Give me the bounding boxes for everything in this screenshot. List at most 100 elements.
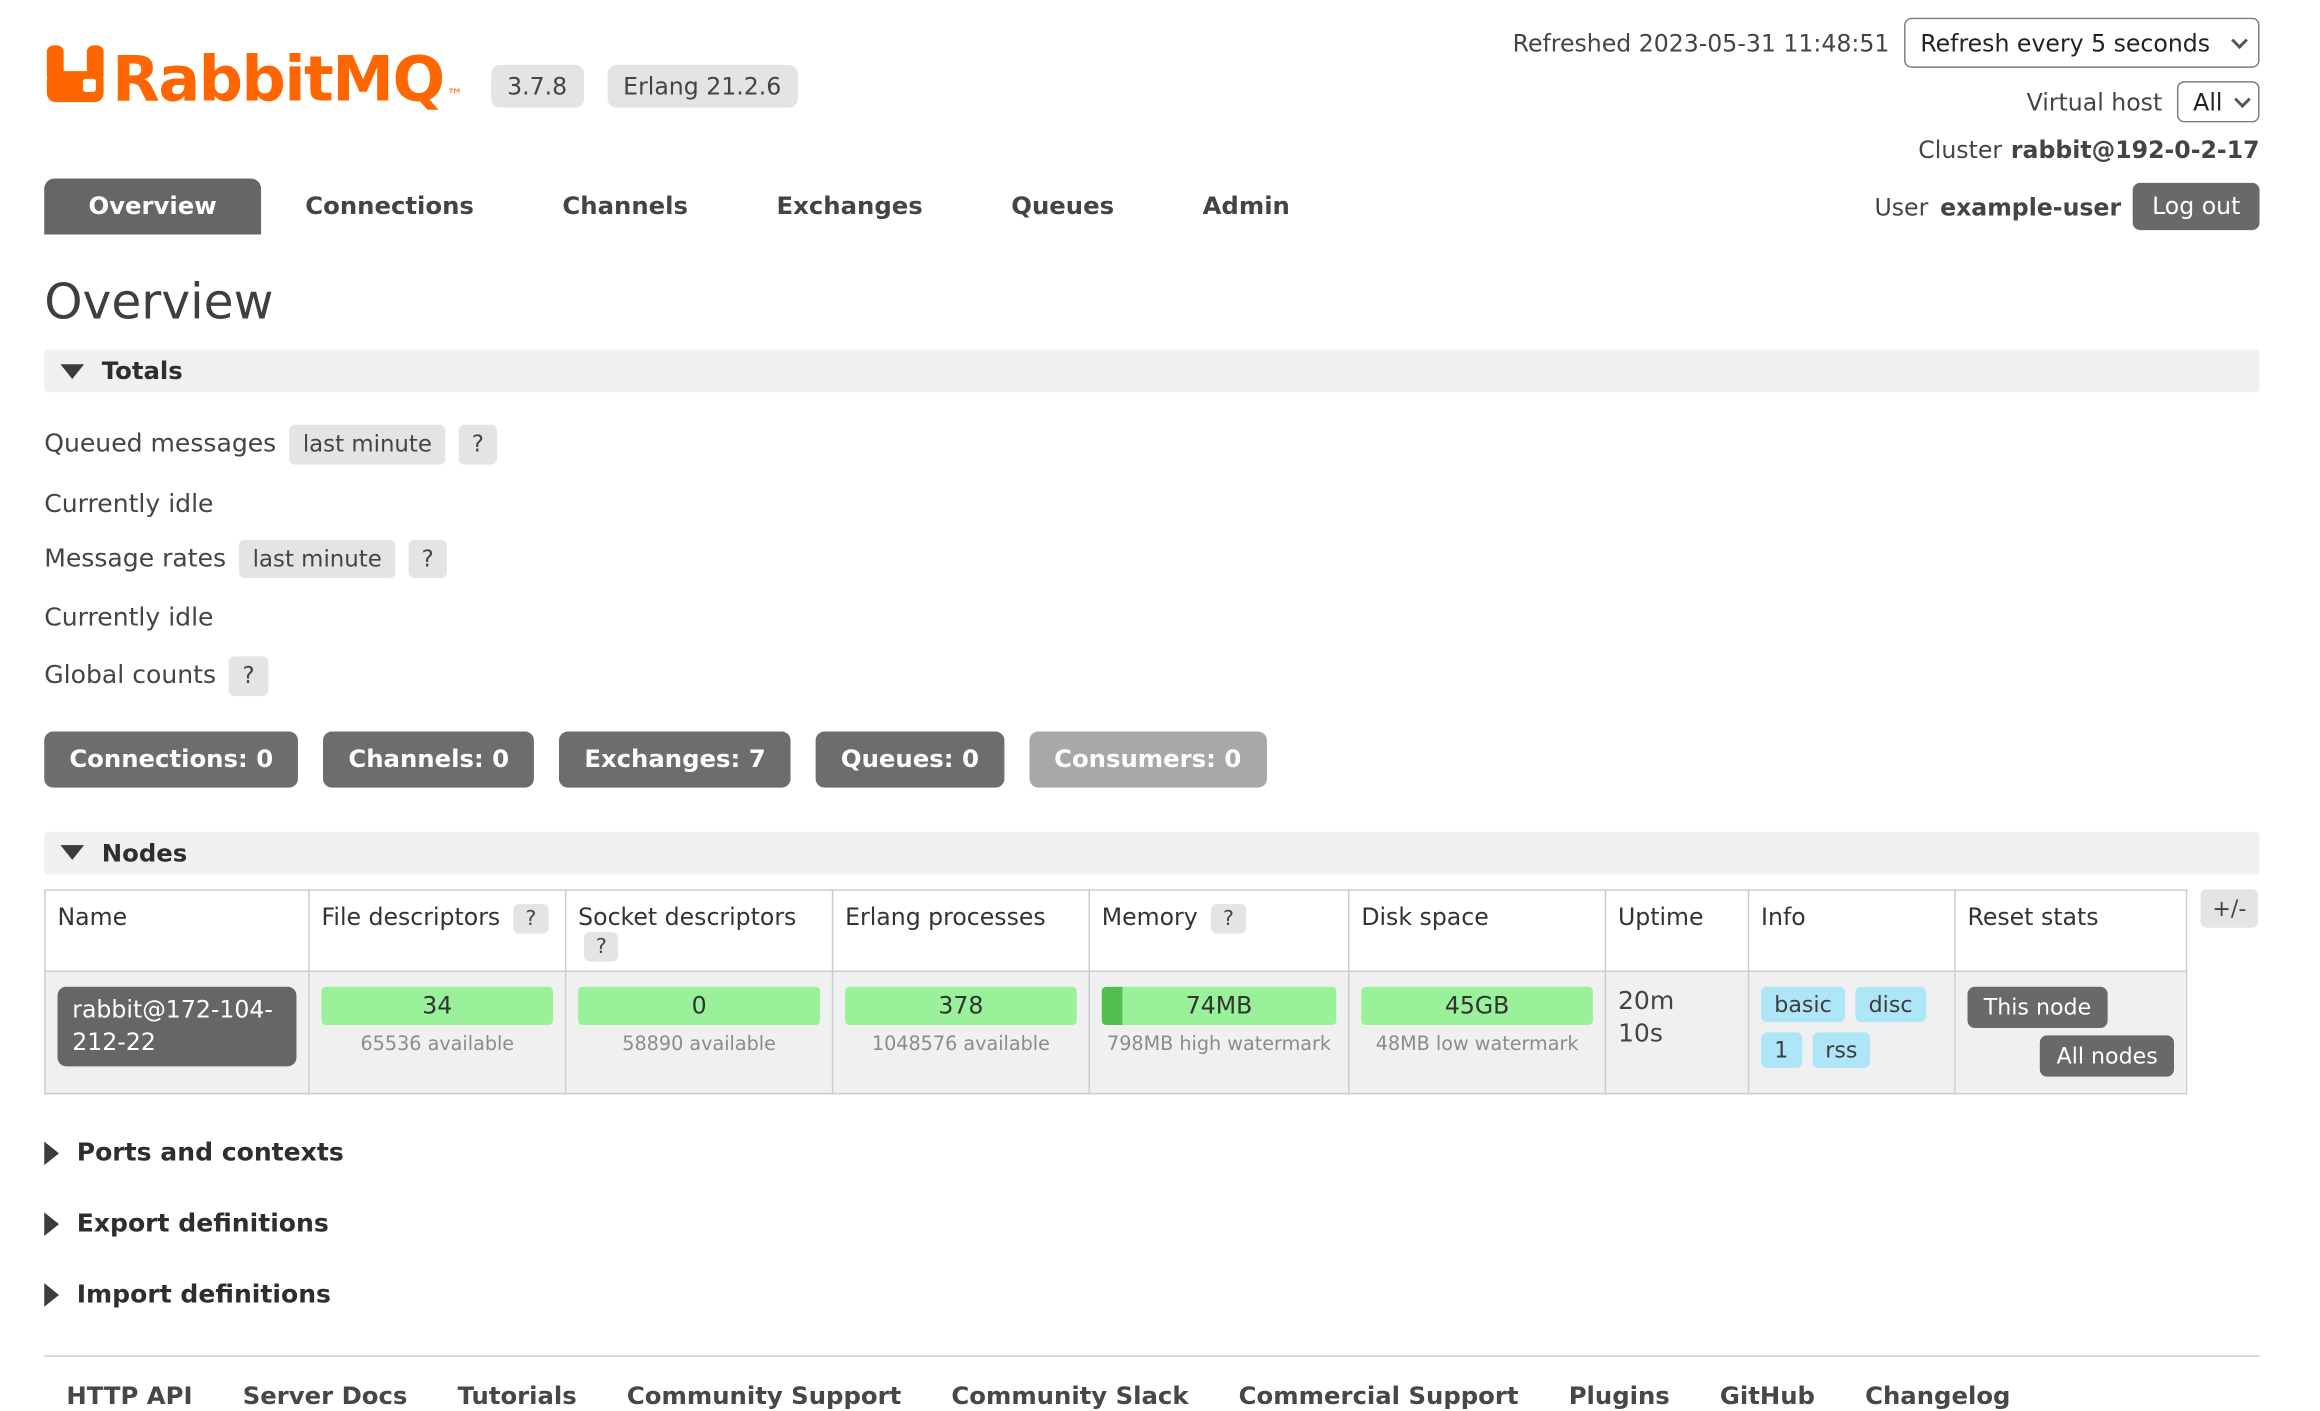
brand-name: RabbitMQ	[112, 43, 444, 115]
footer-link-changelog[interactable]: Changelog	[1865, 1383, 2010, 1411]
footer-link-plugins[interactable]: Plugins	[1569, 1383, 1670, 1411]
footer-link-server-docs[interactable]: Server Docs	[243, 1383, 408, 1411]
expand-triangle-icon	[44, 1142, 59, 1166]
export-definitions-section[interactable]: Export definitions	[44, 1210, 2259, 1239]
help-icon[interactable]: ?	[584, 932, 619, 963]
socket-descriptors-available: 58890 available	[578, 1034, 820, 1056]
refresh-interval-value: Refresh every 5 seconds	[1920, 29, 2210, 57]
memory-cell: 74MB 798MB high watermark	[1089, 972, 1349, 1094]
brand: RabbitMQ™ 3.7.8 Erlang 21.2.6	[44, 37, 797, 111]
logout-button[interactable]: Log out	[2133, 183, 2260, 229]
node-name-badge[interactable]: rabbit@172-104-212-22	[58, 987, 297, 1065]
exchanges-count-button[interactable]: Exchanges: 7	[559, 731, 791, 787]
reset-this-node-button[interactable]: This node	[1968, 987, 2108, 1028]
totals-title: Totals	[102, 357, 183, 385]
info-badge-rss: rss	[1812, 1033, 1871, 1068]
info-badge-count: 1	[1761, 1033, 1802, 1068]
reset-stats-cell: This node All nodes	[1955, 972, 2187, 1094]
tab-channels[interactable]: Channels	[518, 178, 732, 234]
header: RabbitMQ™ 3.7.8 Erlang 21.2.6 Refreshed …	[0, 0, 2320, 235]
global-counts-row: Connections: 0 Channels: 0 Exchanges: 7 …	[44, 731, 2259, 787]
uptime-value: 10s	[1618, 1019, 1736, 1050]
column-header-info: Info	[1748, 889, 1954, 971]
trademark-symbol: ™	[447, 86, 462, 105]
bar-value: 378	[938, 992, 983, 1020]
column-label: Info	[1761, 902, 1806, 930]
chevron-down-icon	[2234, 91, 2251, 108]
help-icon[interactable]: ?	[459, 425, 498, 464]
footer-link-github[interactable]: GitHub	[1720, 1383, 1815, 1411]
column-label: Erlang processes	[845, 902, 1046, 930]
socket-descriptors-bar: 0	[578, 987, 820, 1025]
cluster-label: Cluster	[1918, 136, 2002, 164]
disk-space-cell: 45GB 48MB low watermark	[1349, 972, 1606, 1094]
memory-watermark: 798MB high watermark	[1102, 1034, 1337, 1056]
memory-used-fill	[1102, 987, 1123, 1025]
footer-link-http-api[interactable]: HTTP API	[66, 1383, 192, 1411]
refresh-interval-select[interactable]: Refresh every 5 seconds	[1904, 18, 2259, 68]
uptime-value: 20m	[1618, 987, 1736, 1018]
help-icon[interactable]: ?	[514, 903, 549, 934]
collapse-triangle-icon	[60, 364, 84, 379]
bar-value: 74MB	[1186, 992, 1253, 1020]
column-header-erlang-processes: Erlang processes	[833, 889, 1090, 971]
totals-section-header[interactable]: Totals	[44, 350, 2259, 393]
table-row: rabbit@172-104-212-22 34 65536 available…	[45, 972, 2187, 1094]
help-icon[interactable]: ?	[408, 539, 447, 578]
queues-count-button[interactable]: Queues: 0	[816, 731, 1004, 787]
tab-connections[interactable]: Connections	[261, 178, 518, 234]
footer-link-commercial-support[interactable]: Commercial Support	[1239, 1383, 1519, 1411]
header-right: Refreshed 2023-05-31 11:48:51 Refresh ev…	[1513, 18, 2260, 164]
tab-exchanges[interactable]: Exchanges	[732, 178, 967, 234]
footer-link-community-slack[interactable]: Community Slack	[951, 1383, 1188, 1411]
column-label: Disk space	[1361, 902, 1488, 930]
reset-all-nodes-button[interactable]: All nodes	[2040, 1036, 2174, 1077]
consumers-count-button[interactable]: Consumers: 0	[1029, 731, 1266, 787]
ports-and-contexts-section[interactable]: Ports and contexts	[44, 1139, 2259, 1168]
column-label: File descriptors	[322, 902, 501, 930]
file-descriptors-available: 65536 available	[322, 1034, 554, 1056]
nodes-table: Name File descriptors ? Socket descripto…	[44, 889, 2187, 1095]
message-rates-label: Message rates	[44, 544, 226, 573]
erlang-version-badge: Erlang 21.2.6	[607, 65, 798, 108]
cluster-name: rabbit@192-0-2-17	[2011, 136, 2260, 164]
uptime-cell: 20m 10s	[1605, 972, 1748, 1094]
refreshed-timestamp: Refreshed 2023-05-31 11:48:51	[1513, 29, 1890, 57]
help-icon[interactable]: ?	[229, 657, 268, 696]
channels-count-button[interactable]: Channels: 0	[323, 731, 534, 787]
column-header-name: Name	[45, 889, 309, 971]
global-counts-label: Global counts	[44, 661, 216, 690]
user-area: User example-user Log out	[1874, 183, 2259, 229]
column-label: Socket descriptors	[578, 902, 796, 930]
column-label: Memory	[1102, 902, 1198, 930]
footer-divider	[44, 1356, 2259, 1357]
memory-bar: 74MB	[1102, 987, 1337, 1025]
column-header-memory: Memory ?	[1089, 889, 1349, 971]
rates-range-badge[interactable]: last minute	[239, 539, 395, 578]
column-header-file-descriptors: File descriptors ?	[309, 889, 566, 971]
virtual-host-select[interactable]: All	[2177, 81, 2260, 122]
erlang-processes-cell: 378 1048576 available	[833, 972, 1090, 1094]
queued-range-badge[interactable]: last minute	[290, 425, 446, 464]
help-icon[interactable]: ?	[1211, 903, 1246, 934]
column-header-socket-descriptors: Socket descriptors ?	[566, 889, 833, 971]
erlang-processes-bar: 378	[845, 987, 1077, 1025]
connections-count-button[interactable]: Connections: 0	[44, 731, 298, 787]
tab-overview[interactable]: Overview	[44, 178, 261, 234]
footer-link-tutorials[interactable]: Tutorials	[458, 1383, 577, 1411]
footer: HTTP API Server Docs Tutorials Community…	[44, 1383, 2259, 1411]
tab-admin[interactable]: Admin	[1158, 178, 1334, 234]
nodes-section-header[interactable]: Nodes	[44, 831, 2259, 874]
version-badge: 3.7.8	[491, 65, 584, 108]
bar-value: 34	[422, 992, 452, 1020]
disk-space-bar: 45GB	[1361, 987, 1593, 1025]
column-toggle-button[interactable]: +/-	[2201, 889, 2259, 927]
import-definitions-section[interactable]: Import definitions	[44, 1281, 2259, 1310]
page-title: Overview	[44, 273, 2259, 331]
column-label: Uptime	[1618, 902, 1704, 930]
tab-queues[interactable]: Queues	[967, 178, 1158, 234]
collapse-triangle-icon	[60, 845, 84, 860]
rabbitmq-logo-icon	[44, 37, 106, 111]
disk-space-watermark: 48MB low watermark	[1361, 1034, 1593, 1056]
footer-link-community-support[interactable]: Community Support	[627, 1383, 901, 1411]
